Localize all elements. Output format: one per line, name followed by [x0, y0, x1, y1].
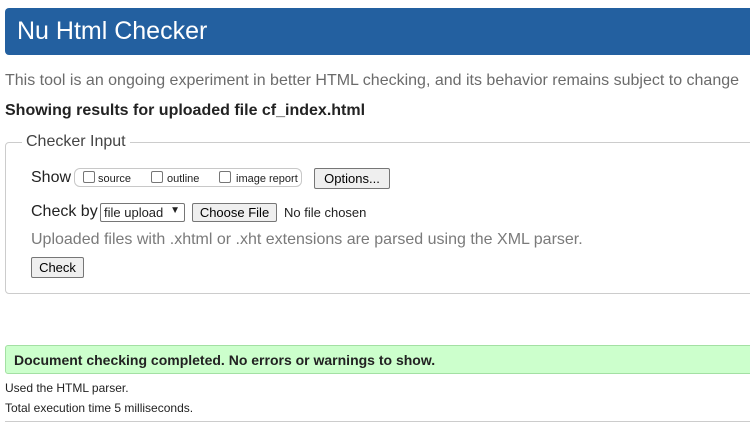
success-message: Document checking completed. No errors o…	[14, 352, 436, 368]
image-report-checkbox[interactable]	[219, 171, 231, 183]
page-title: Nu Html Checker	[17, 17, 208, 45]
chevron-down-icon: ▼	[170, 205, 180, 216]
tagline: This tool is an ongoing experiment in be…	[5, 72, 740, 89]
check-by-label: Check by	[31, 203, 98, 220]
check-by-select[interactable]: file upload ▼	[100, 203, 185, 222]
page-header: Nu Html Checker	[5, 8, 750, 55]
check-button[interactable]: Check	[31, 257, 84, 278]
file-status: No file chosen	[284, 205, 367, 220]
outline-checkbox-label: outline	[167, 173, 200, 185]
footer-divider	[5, 421, 750, 422]
results-heading: Showing results for uploaded file cf_ind…	[5, 102, 366, 119]
choose-file-button[interactable]: Choose File	[192, 203, 277, 222]
source-checkbox-label: source	[98, 173, 132, 185]
check-by-selected-value: file upload	[104, 205, 164, 220]
checker-input-legend: Checker Input	[26, 133, 126, 150]
parser-hint: Uploaded files with .xhtml or .xht exten…	[31, 231, 583, 248]
image-report-checkbox-label: image report	[236, 173, 298, 185]
source-checkbox[interactable]	[83, 171, 95, 183]
show-label: Show	[31, 169, 72, 186]
options-button[interactable]: Options...	[314, 168, 390, 189]
success-message-box: Document checking completed. No errors o…	[5, 345, 750, 374]
execution-time-note: Total execution time 5 milliseconds.	[5, 401, 194, 415]
outline-checkbox[interactable]	[151, 171, 163, 183]
parser-note: Used the HTML parser.	[5, 381, 129, 395]
